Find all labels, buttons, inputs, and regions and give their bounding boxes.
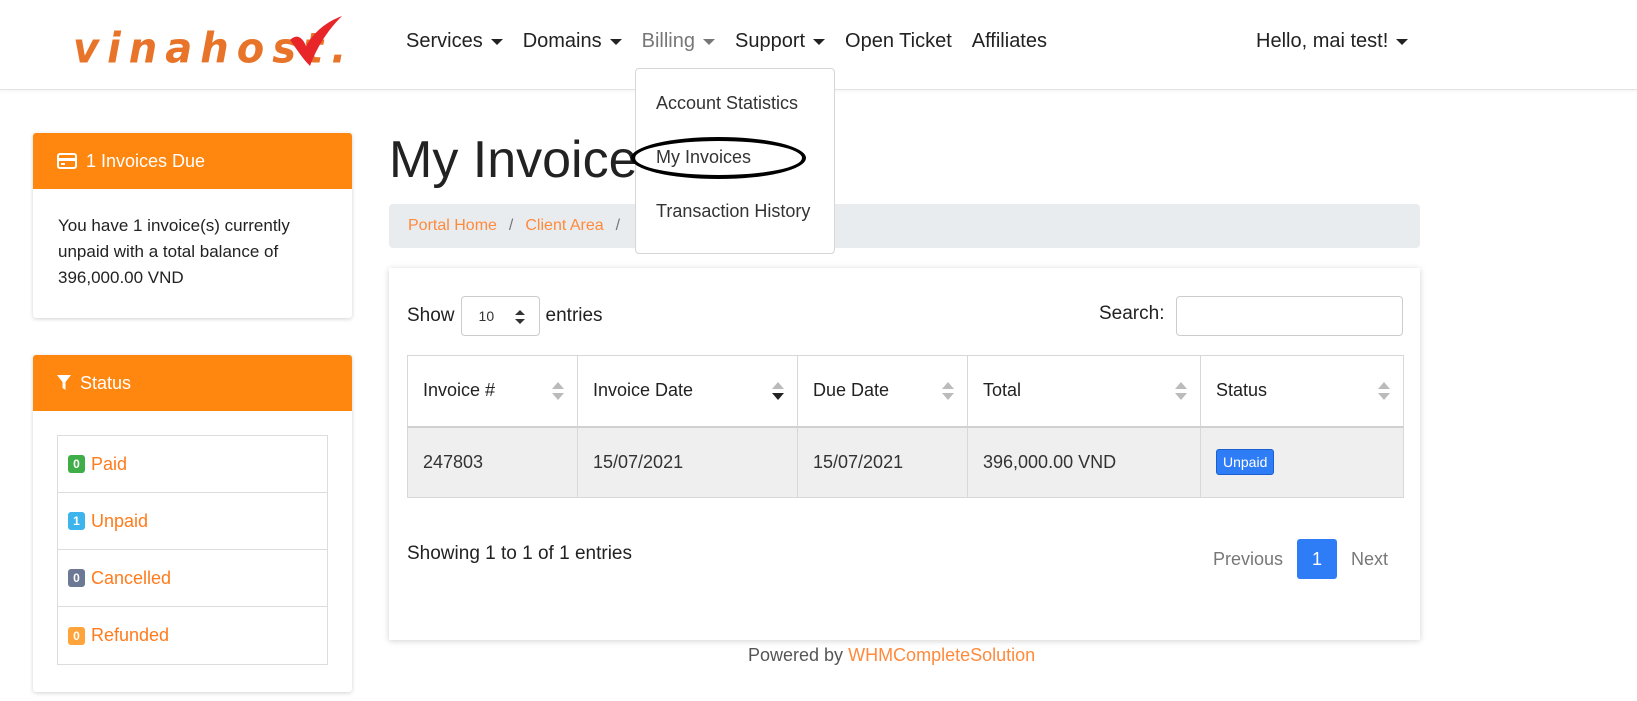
count-badge: 1 [68, 512, 85, 530]
column-header-status[interactable]: Status [1200, 355, 1404, 428]
sort-desc-icon [772, 382, 784, 400]
pagination-previous[interactable]: Previous [1199, 549, 1297, 570]
nav-domains[interactable]: Domains [523, 30, 622, 53]
search-input[interactable] [1176, 296, 1403, 336]
nav-services[interactable]: Services [406, 30, 503, 53]
column-label: Status [1216, 380, 1268, 401]
invoices-due-header: 1 Invoices Due [33, 133, 352, 189]
status-title: Status [80, 372, 132, 393]
column-label: Invoice # [423, 380, 496, 401]
table-row[interactable]: 247803 15/07/2021 15/07/2021 396,000.00 … [407, 426, 1404, 498]
sort-icon [1175, 382, 1187, 400]
sort-icon [552, 382, 564, 400]
column-label: Total [983, 380, 1022, 401]
entries-length-control: Show 10 entries [407, 296, 603, 336]
breadcrumb-separator: / [615, 217, 621, 234]
entries-select[interactable]: 10 [460, 296, 540, 336]
footer-prefix: Powered by [748, 645, 844, 665]
vinahost-logo[interactable]: vinahost. [73, 14, 346, 74]
menu-item-account-statistics[interactable]: Account Statistics [656, 93, 798, 114]
count-badge: 0 [68, 455, 85, 473]
count-badge: 0 [68, 626, 85, 645]
nav-open-ticket[interactable]: Open Ticket [845, 30, 952, 53]
nav-open-ticket-label: Open Ticket [845, 30, 952, 52]
status-filter-refunded[interactable]: 0 Refunded [58, 607, 327, 664]
status-filter-panel: Status 0 Paid 1 Unpaid 0 Cancelled 0 Ref… [33, 355, 352, 692]
user-menu[interactable]: Hello, mai test! [1256, 30, 1409, 53]
chevron-down-icon [1396, 38, 1409, 45]
status-label: Unpaid [91, 510, 149, 531]
cell-invoice-date: 15/07/2021 [577, 426, 798, 498]
pagination-next[interactable]: Next [1337, 549, 1402, 570]
status-filter-paid[interactable]: 0 Paid [58, 436, 327, 493]
nav-billing-label: Billing [641, 30, 695, 52]
invoices-card: Show 10 entries Search: Invoice # Invoic… [389, 268, 1420, 640]
column-label: Due Date [813, 380, 890, 401]
user-greeting: Hello, mai test! [1256, 30, 1389, 52]
cell-invoice-number: 247803 [407, 426, 578, 498]
nav-services-label: Services [406, 30, 483, 52]
column-header-due-date[interactable]: Due Date [797, 355, 968, 428]
menu-item-my-invoices[interactable]: My Invoices [656, 147, 751, 168]
main-nav: Services Domains Billing Support Open Ti… [406, 30, 1067, 53]
entries-label: entries [545, 305, 603, 326]
chevron-down-icon [490, 38, 503, 45]
menu-item-transaction-history[interactable]: Transaction History [656, 201, 810, 222]
column-header-total[interactable]: Total [967, 355, 1201, 428]
nav-support-label: Support [734, 30, 806, 52]
breadcrumb-portal-home[interactable]: Portal Home [408, 217, 497, 235]
status-label: Cancelled [91, 567, 172, 588]
page-title: My Invoices [389, 131, 664, 189]
entries-select-value: 10 [478, 308, 495, 324]
cell-due-date: 15/07/2021 [797, 426, 968, 498]
invoices-due-title: 1 Invoices Due [86, 150, 206, 171]
credit-card-icon [57, 153, 77, 169]
cell-total: 396,000.00 VND [967, 426, 1201, 498]
chevron-down-icon [702, 38, 715, 45]
status-list: 0 Paid 1 Unpaid 0 Cancelled 0 Refunded [57, 435, 328, 665]
column-header-invoice-number[interactable]: Invoice # [407, 355, 578, 428]
status-filter-cancelled[interactable]: 0 Cancelled [58, 550, 327, 607]
column-label: Invoice Date [593, 380, 694, 401]
breadcrumb-separator: / [508, 217, 514, 234]
pagination-page-1[interactable]: 1 [1297, 539, 1338, 579]
sort-icon [1378, 382, 1390, 400]
pagination-info: Showing 1 to 1 of 1 entries [407, 543, 632, 564]
cell-status: Unpaid [1200, 426, 1404, 498]
breadcrumb: Portal Home / Client Area / [389, 204, 1420, 248]
nav-domains-label: Domains [522, 30, 602, 52]
breadcrumb-client-area[interactable]: Client Area [525, 217, 603, 235]
pagination: Previous 1 Next [1199, 539, 1402, 579]
footer: Powered by WHMCompleteSolution [748, 645, 1035, 666]
nav-support[interactable]: Support [734, 30, 826, 53]
search-label: Search: [1099, 303, 1165, 324]
table-header-row: Invoice # Invoice Date Due Date Total St… [407, 355, 1404, 428]
nav-affiliates-label: Affiliates [971, 30, 1047, 52]
column-header-invoice-date[interactable]: Invoice Date [577, 355, 798, 428]
nav-billing[interactable]: Billing [642, 30, 715, 53]
invoices-due-panel: 1 Invoices Due You have 1 invoice(s) cur… [33, 133, 352, 318]
invoices-due-text: You have 1 invoice(s) currently unpaid w… [58, 216, 290, 287]
checkmark-logo-icon [290, 16, 342, 66]
status-header: Status [33, 355, 352, 411]
status-label: Paid [91, 453, 128, 474]
chevron-down-icon [813, 38, 826, 45]
status-badge: Unpaid [1216, 449, 1275, 476]
filter-icon [57, 375, 71, 390]
show-label: Show [407, 305, 455, 326]
status-filter-unpaid[interactable]: 1 Unpaid [58, 493, 327, 550]
chevron-down-icon [609, 38, 622, 45]
invoices-table: Invoice # Invoice Date Due Date Total St… [407, 355, 1404, 498]
count-badge: 0 [68, 569, 85, 587]
status-label: Refunded [91, 625, 170, 645]
sort-icon [942, 382, 954, 400]
billing-dropdown-menu: Account Statistics My Invoices Transacti… [635, 68, 835, 254]
footer-link[interactable]: WHMCompleteSolution [848, 645, 1035, 665]
select-arrows-icon [514, 310, 525, 324]
nav-affiliates[interactable]: Affiliates [972, 30, 1047, 53]
